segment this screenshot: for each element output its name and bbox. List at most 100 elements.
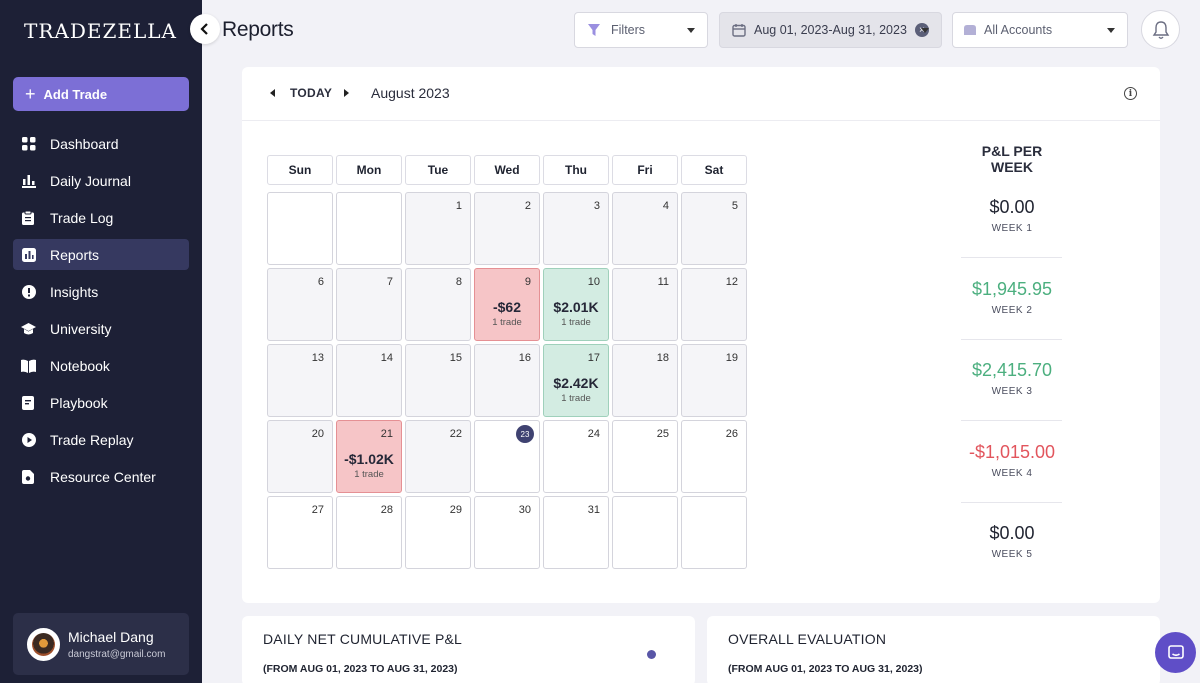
calendar-day-27[interactable]: 27 [267,496,333,569]
day-number: 14 [380,352,393,364]
sidebar-item-label: Resource Center [50,468,156,485]
day-number: 19 [725,352,738,364]
calendar-empty-cell [681,496,747,569]
chat-icon [1167,644,1184,659]
weekday-header: Thu [543,155,609,185]
resource-icon [21,469,36,484]
day-trade-count: 1 trade [561,317,591,328]
date-range-picker[interactable]: Aug 01, 2023-Aug 31, 2023 × [719,12,942,48]
sidebar-item-label: Daily Journal [50,172,131,189]
calendar-day-9[interactable]: 9 -$62 1 trade [474,268,540,341]
overall-evaluation-card: OVERALL EVALUATION (FROM AUG 01, 2023 TO… [707,616,1160,683]
day-number: 26 [725,428,738,440]
date-range-value: Aug 01, 2023-Aug 31, 2023 [754,23,907,37]
day-trade-count: 1 trade [492,317,522,328]
calendar-day-1[interactable]: 1 [405,192,471,265]
play-icon [21,432,36,447]
calendar-day-21[interactable]: 21 -$1.02K 1 trade [336,420,402,493]
calendar-day-4[interactable]: 4 [612,192,678,265]
user-card[interactable]: Michael Dang dangstrat@gmail.com [13,613,189,675]
weekly-pnl-amount: $1,945.95 [971,278,1053,299]
day-number: 6 [317,276,324,288]
back-button[interactable] [190,14,220,44]
day-number: 5 [731,200,738,212]
sidebar-item-trade-log[interactable]: Trade Log [13,202,189,233]
calendar-day-24[interactable]: 24 [543,420,609,493]
day-number: 27 [311,504,324,516]
month-label: August 2023 [371,85,450,101]
calendar-day-23[interactable]: 23 [474,420,540,493]
sidebar-item-insights[interactable]: Insights [13,276,189,307]
day-number: 1 [455,200,462,212]
calendar-day-17[interactable]: 17 $2.42K 1 trade [543,344,609,417]
prev-month-icon[interactable] [270,89,275,97]
calendar-day-14[interactable]: 14 [336,344,402,417]
sidebar-item-trade-replay[interactable]: Trade Replay [13,424,189,455]
next-month-icon[interactable] [344,89,349,97]
filters-dropdown[interactable]: Filters [574,12,708,48]
calendar-day-7[interactable]: 7 [336,268,402,341]
info-icon[interactable]: i [1124,87,1137,100]
sidebar-item-resource-center[interactable]: Resource Center [13,461,189,492]
weekly-pnl-item: $0.00 WEEK 1 [962,197,1062,234]
sidebar-item-label: Trade Replay [50,431,134,448]
day-number: 16 [518,352,531,364]
calendar-day-16[interactable]: 16 [474,344,540,417]
sidebar-item-playbook[interactable]: Playbook [13,387,189,418]
day-number: 17 [587,352,600,364]
calendar-card: TODAY August 2023 i Sun Mon Tue Wed Thu Fri Sa… [242,67,1160,603]
weekly-pnl-amount: $2,415.70 [971,360,1053,380]
sidebar-item-notebook[interactable]: Notebook [13,350,189,381]
day-pnl: -$1.02K [344,451,394,467]
day-number: 15 [449,352,462,364]
sidebar: TRADEZELLA + Add Trade Dashboard Daily Jo… [0,0,202,683]
tradezella-logo[interactable]: TRADEZELLA [24,14,177,48]
plus-icon: + [25,84,36,104]
calendar-day-22[interactable]: 22 [405,420,471,493]
wallet-icon [964,25,976,35]
logo-text: TRADEZELLA [24,19,177,43]
calendar-day-2[interactable]: 2 [474,192,540,265]
overall-evaluation-title: OVERALL EVALUATION [728,631,887,647]
accounts-dropdown[interactable]: All Accounts [952,12,1128,48]
day-number: 12 [725,276,738,288]
weekday-header: Fri [612,155,678,185]
sidebar-item-label: Notebook [50,357,110,374]
week-divider [961,257,1062,258]
day-number: 21 [380,428,393,440]
avatar [27,627,60,661]
weekly-pnl-item: $0.00 WEEK 5 [962,523,1062,560]
calendar-day-11[interactable]: 11 [612,268,678,341]
today-button[interactable]: TODAY [290,86,332,100]
info-dot-icon[interactable] [647,650,656,659]
chat-support-button[interactable] [1155,632,1196,673]
calendar-day-30[interactable]: 30 [474,496,540,569]
calendar-day-5[interactable]: 5 [681,192,747,265]
clipboard-icon [21,210,36,225]
calendar-day-12[interactable]: 12 [681,268,747,341]
calendar-day-6[interactable]: 6 [267,268,333,341]
insights-icon [21,284,36,299]
day-number: 20 [311,428,324,440]
calendar-day-10[interactable]: 10 $2.01K 1 trade [543,268,609,341]
calendar-day-18[interactable]: 18 [612,344,678,417]
calendar-day-3[interactable]: 3 [543,192,609,265]
calendar-day-15[interactable]: 15 [405,344,471,417]
calendar-day-26[interactable]: 26 [681,420,747,493]
calendar-day-25[interactable]: 25 [612,420,678,493]
day-number: 30 [518,504,531,516]
weekday-header: Sat [681,155,747,185]
calendar-day-28[interactable]: 28 [336,496,402,569]
calendar-day-20[interactable]: 20 [267,420,333,493]
calendar-day-8[interactable]: 8 [405,268,471,341]
sidebar-item-university[interactable]: University [13,313,189,344]
calendar-day-31[interactable]: 31 [543,496,609,569]
calendar-day-13[interactable]: 13 [267,344,333,417]
notifications-button[interactable] [1141,10,1180,49]
sidebar-item-dashboard[interactable]: Dashboard [13,128,189,159]
sidebar-item-reports[interactable]: Reports [13,239,189,270]
calendar-day-29[interactable]: 29 [405,496,471,569]
add-trade-button[interactable]: + Add Trade [13,77,189,111]
calendar-day-19[interactable]: 19 [681,344,747,417]
sidebar-item-daily-journal[interactable]: Daily Journal [13,165,189,196]
